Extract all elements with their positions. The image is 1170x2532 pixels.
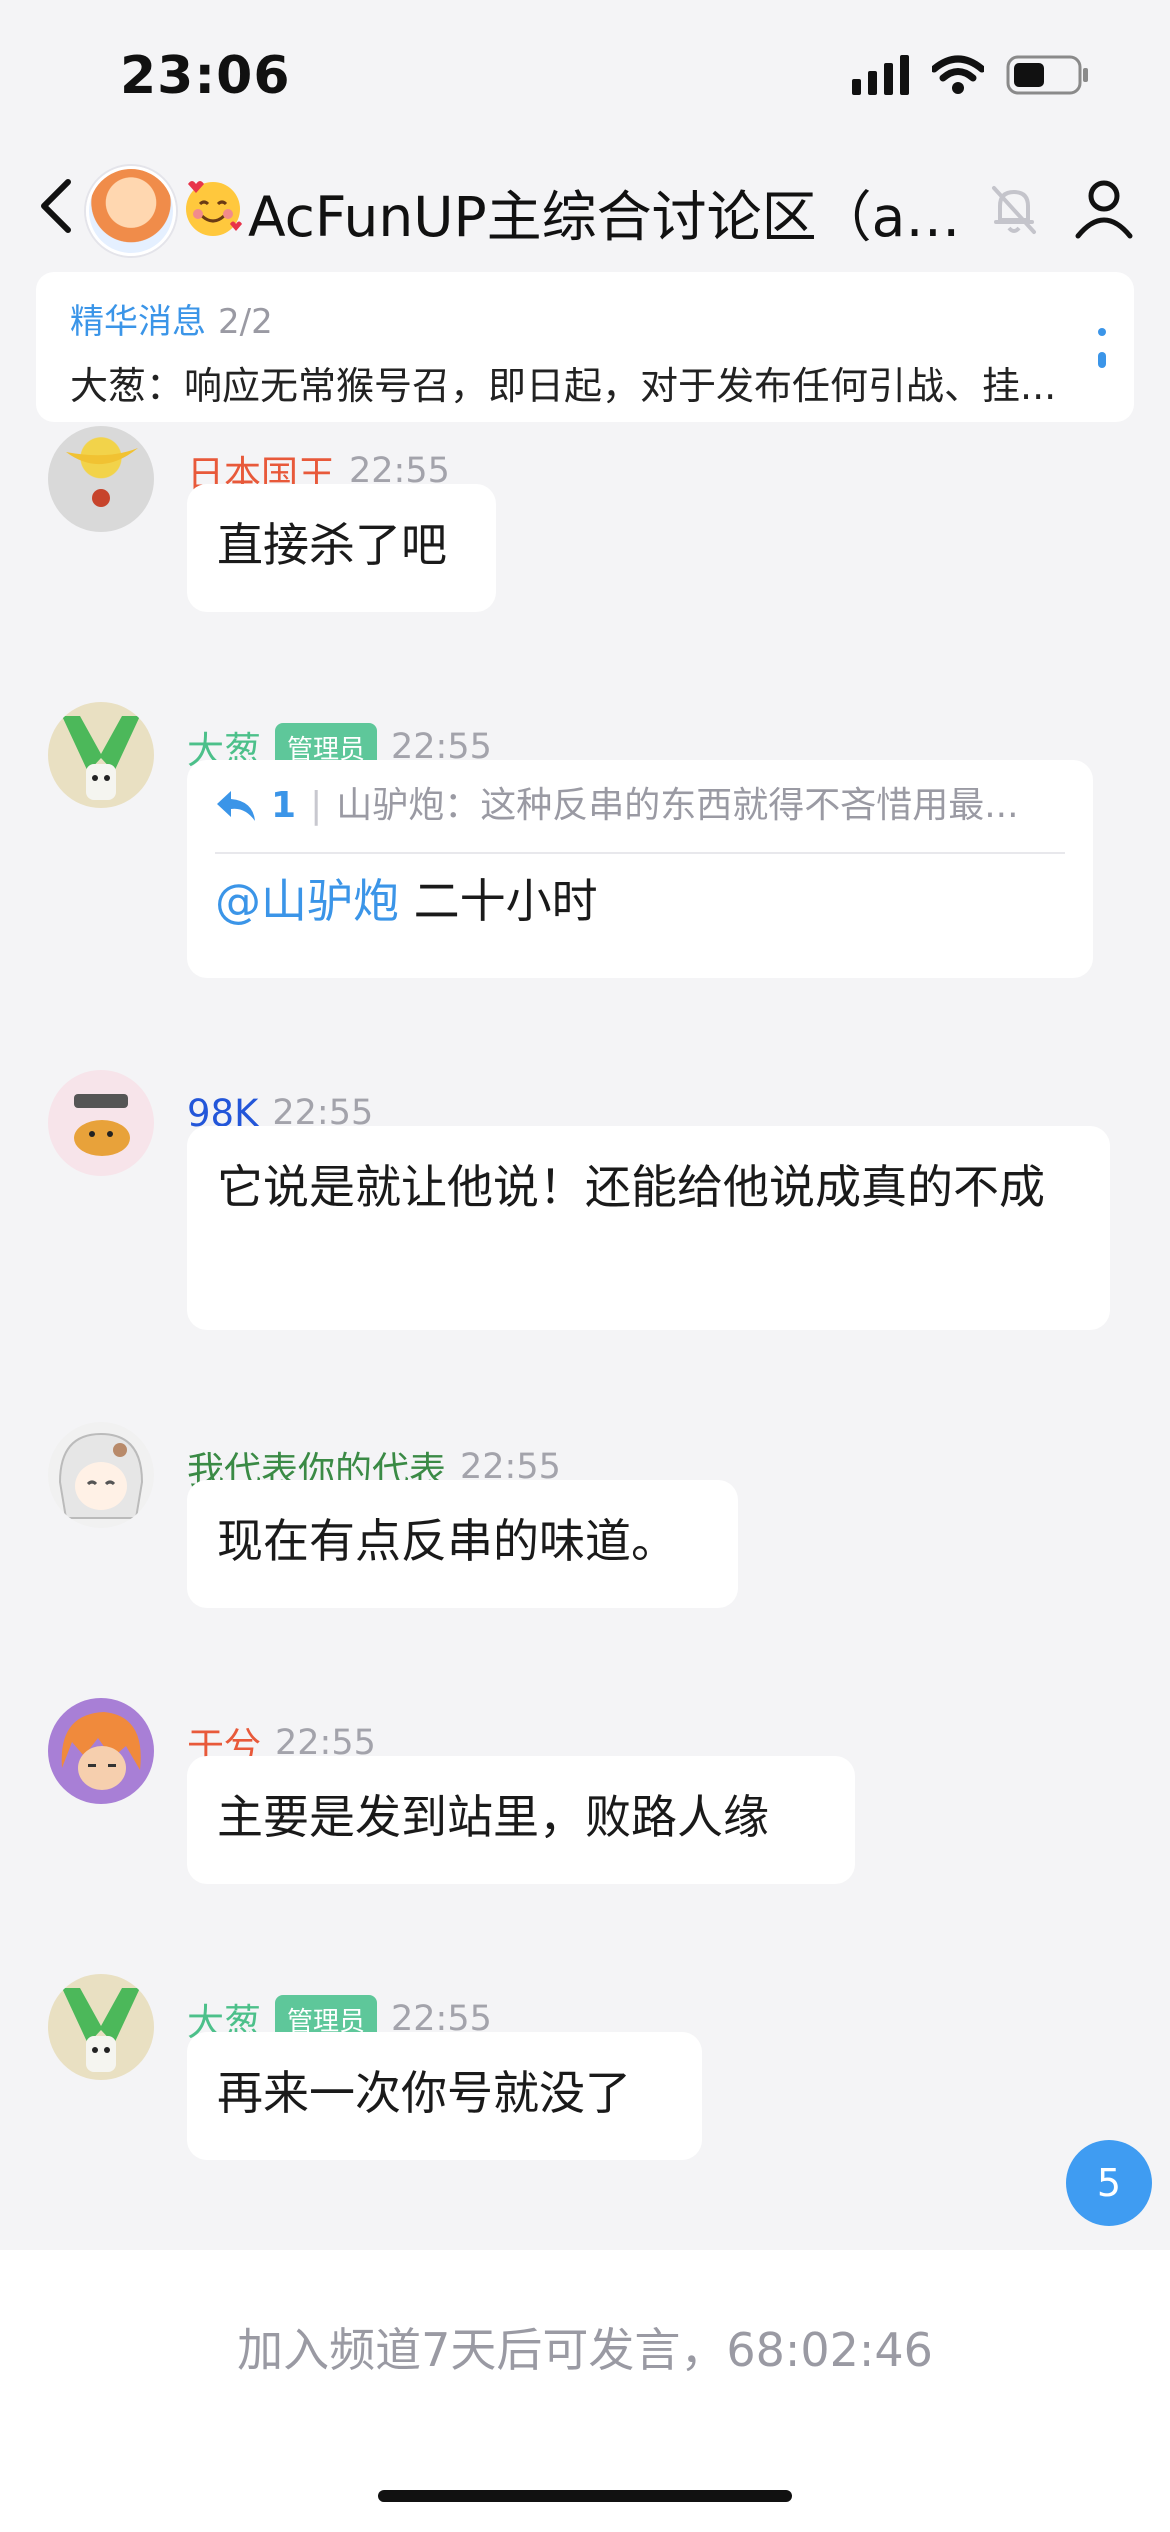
- reply-body: @山驴炮 二十小时: [215, 862, 1065, 940]
- quote-separator: [215, 852, 1065, 854]
- pinned-count: 2/2: [218, 302, 273, 342]
- cat-avatar-icon: [74, 1094, 130, 1156]
- quoted-text: 山驴炮：这种反串的东西就得不吝惜用最...: [336, 785, 1019, 826]
- status-time: 23:06: [120, 46, 291, 106]
- home-indicator[interactable]: [378, 2490, 792, 2502]
- leek-avatar-icon: [62, 1988, 140, 2072]
- profile-icon[interactable]: [1072, 176, 1136, 240]
- pinned-page-indicator: [1098, 328, 1106, 368]
- back-chevron-icon[interactable]: [32, 176, 84, 236]
- unread-count-badge[interactable]: 5: [1066, 2140, 1152, 2226]
- message-bubble[interactable]: 1 | 山驴炮：这种反串的东西就得不吝惜用最... @山驴炮 二十小时: [187, 760, 1093, 978]
- anime-girl-avatar-icon: [58, 1432, 144, 1519]
- speak-restriction-text: 加入频道7天后可发言，68:02:46: [237, 2323, 933, 2377]
- avatar[interactable]: [48, 1698, 154, 1804]
- message-bubble[interactable]: 直接杀了吧: [187, 484, 496, 612]
- input-disabled-bar: 加入频道7天后可发言，68:02:46: [0, 2250, 1170, 2532]
- avatar[interactable]: [48, 702, 154, 808]
- reply-text: 二十小时: [399, 874, 598, 928]
- reply-count: 1: [271, 785, 297, 826]
- pinned-label: 精华消息: [70, 302, 206, 342]
- avatar[interactable]: [48, 1070, 154, 1176]
- message-bubble[interactable]: 它说是就让他说！还能给他说成真的不成: [187, 1126, 1110, 1330]
- mention-link[interactable]: @山驴炮: [215, 874, 399, 928]
- status-icons: [852, 50, 1090, 100]
- battery-icon: [1006, 55, 1088, 95]
- message-bubble[interactable]: 再来一次你号就没了: [187, 2032, 702, 2160]
- avatar[interactable]: [48, 1974, 154, 2080]
- quote-divider: |: [310, 785, 323, 826]
- smiling-face-with-hearts-icon: [186, 181, 242, 236]
- reply-quote[interactable]: 1 | 山驴炮：这种反串的东西就得不吝惜用最...: [215, 778, 1065, 834]
- reply-arrow-icon: [217, 791, 255, 821]
- muted-bell-icon[interactable]: [984, 180, 1044, 240]
- pinned-text: 大葱：响应无常猴号召，即日起，对于发布任何引战、挂...: [70, 364, 1057, 408]
- message-bubble[interactable]: 现在有点反串的味道。: [187, 1480, 738, 1608]
- avatar[interactable]: [48, 1422, 154, 1528]
- message-bubble[interactable]: 主要是发到站里，败路人缘: [187, 1756, 855, 1884]
- group-title: AcFunUP主综合讨论区（av...: [248, 185, 978, 249]
- pinned-message-card[interactable]: 精华消息 2/2 大葱：响应无常猴号召，即日起，对于发布任何引战、挂...: [36, 272, 1134, 422]
- orange-hair-avatar-icon: [61, 1712, 141, 1790]
- pinned-header: 精华消息 2/2: [70, 294, 1100, 343]
- wifi-icon: [932, 55, 984, 94]
- group-avatar[interactable]: [86, 166, 176, 256]
- signal-icon: [852, 55, 909, 95]
- avatar[interactable]: [48, 426, 154, 532]
- banana-avatar-icon: [66, 448, 138, 507]
- leek-avatar-icon: [62, 716, 140, 800]
